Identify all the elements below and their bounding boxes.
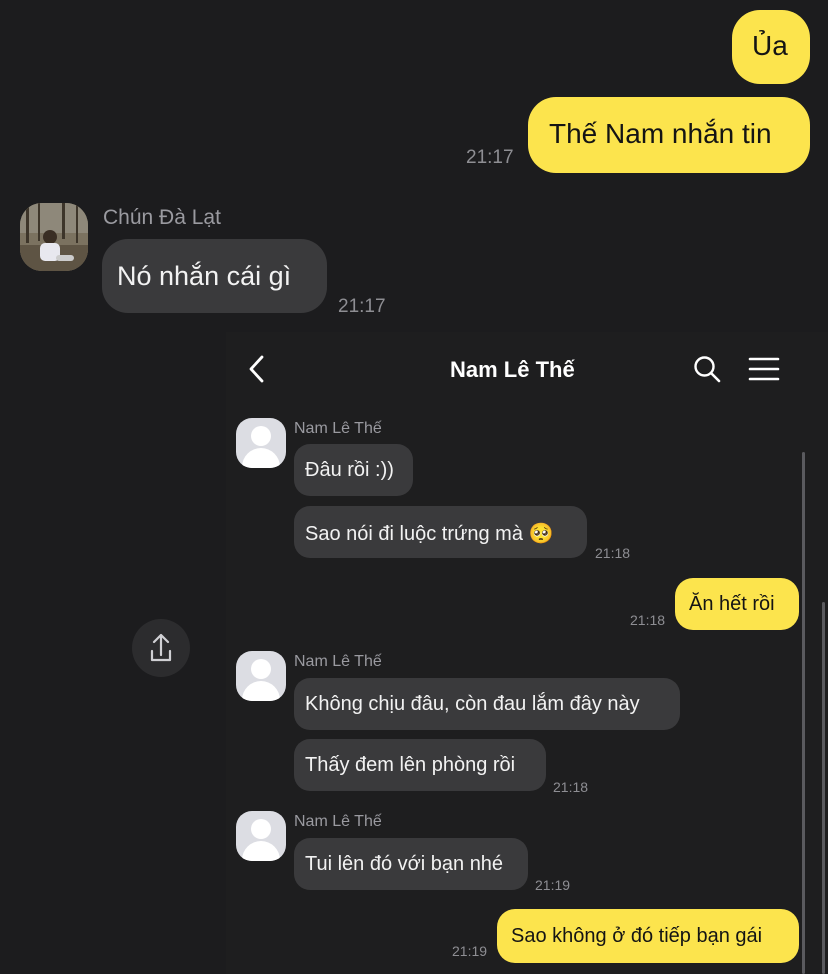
message-text: Không chịu đâu, còn đau lắm đây này — [305, 693, 640, 715]
contact-avatar[interactable] — [236, 811, 286, 861]
incoming-message-bubble[interactable]: Không chịu đâu, còn đau lắm đây này — [294, 678, 680, 730]
message-text: Nó nhắn cái gì — [117, 261, 292, 291]
sender-avatar[interactable] — [20, 203, 88, 271]
incoming-message-bubble[interactable]: Nó nhắn cái gì — [102, 239, 327, 313]
message-text: Thấy đem lên phòng rồi — [305, 754, 516, 776]
message-time: 21:17 — [338, 296, 386, 317]
message-text: Sao không ở đó tiếp bạn gái — [511, 925, 763, 947]
message-time: 21:18 — [553, 779, 589, 795]
message-time: 21:17 — [466, 147, 514, 168]
chevron-left-icon[interactable] — [246, 354, 270, 384]
scrollbar-thumb[interactable] — [822, 602, 825, 974]
incoming-message-bubble[interactable]: Đâu rồi :)) — [294, 444, 413, 496]
outgoing-message-bubble[interactable]: Ủa — [732, 10, 810, 84]
conversation-title: Nam Lê Thế — [450, 357, 575, 382]
contact-avatar[interactable] — [236, 418, 286, 468]
outgoing-message-bubble[interactable]: Thế Nam nhắn tin — [528, 97, 810, 173]
message-text: Sao nói đi luộc trứng mà 🥺 — [305, 523, 554, 545]
sender-name: Nam Lê Thế — [294, 420, 382, 437]
hamburger-menu-icon[interactable] — [748, 356, 780, 382]
sender-name: Nam Lê Thế — [294, 813, 382, 830]
scrollbar-track[interactable] — [802, 452, 805, 974]
share-icon — [150, 633, 172, 662]
message-text: Ủa — [752, 30, 788, 61]
message-time: 21:19 — [452, 943, 488, 959]
incoming-message-bubble[interactable]: Sao nói đi luộc trứng mà 🥺 — [294, 506, 587, 558]
search-icon[interactable] — [692, 354, 722, 384]
message-time: 21:18 — [630, 612, 666, 628]
avatar-photo — [20, 203, 88, 271]
message-text: Thế Nam nhắn tin — [549, 118, 772, 149]
outgoing-message-bubble[interactable]: Sao không ở đó tiếp bạn gái — [497, 909, 799, 963]
sender-name: Nam Lê Thế — [294, 653, 382, 670]
incoming-message-bubble[interactable]: Thấy đem lên phòng rồi — [294, 739, 546, 791]
message-text: Tui lên đó với bạn nhé — [305, 853, 504, 875]
share-button[interactable] — [132, 619, 190, 677]
message-text: Ăn hết rồi — [689, 593, 775, 615]
message-text: Đâu rồi :)) — [305, 459, 394, 481]
message-time: 21:18 — [595, 545, 631, 561]
message-time: 21:19 — [535, 877, 571, 893]
outgoing-message-bubble[interactable]: Ăn hết rồi — [675, 578, 799, 630]
incoming-message-bubble[interactable]: Tui lên đó với bạn nhé — [294, 838, 528, 890]
sender-name: Chún Đà Lạt — [103, 206, 221, 229]
shared-screenshot-image[interactable]: Nam Lê Thế Nam Lê Thế Đâu rồi :)) Sao nó… — [226, 332, 828, 974]
contact-avatar[interactable] — [236, 651, 286, 701]
